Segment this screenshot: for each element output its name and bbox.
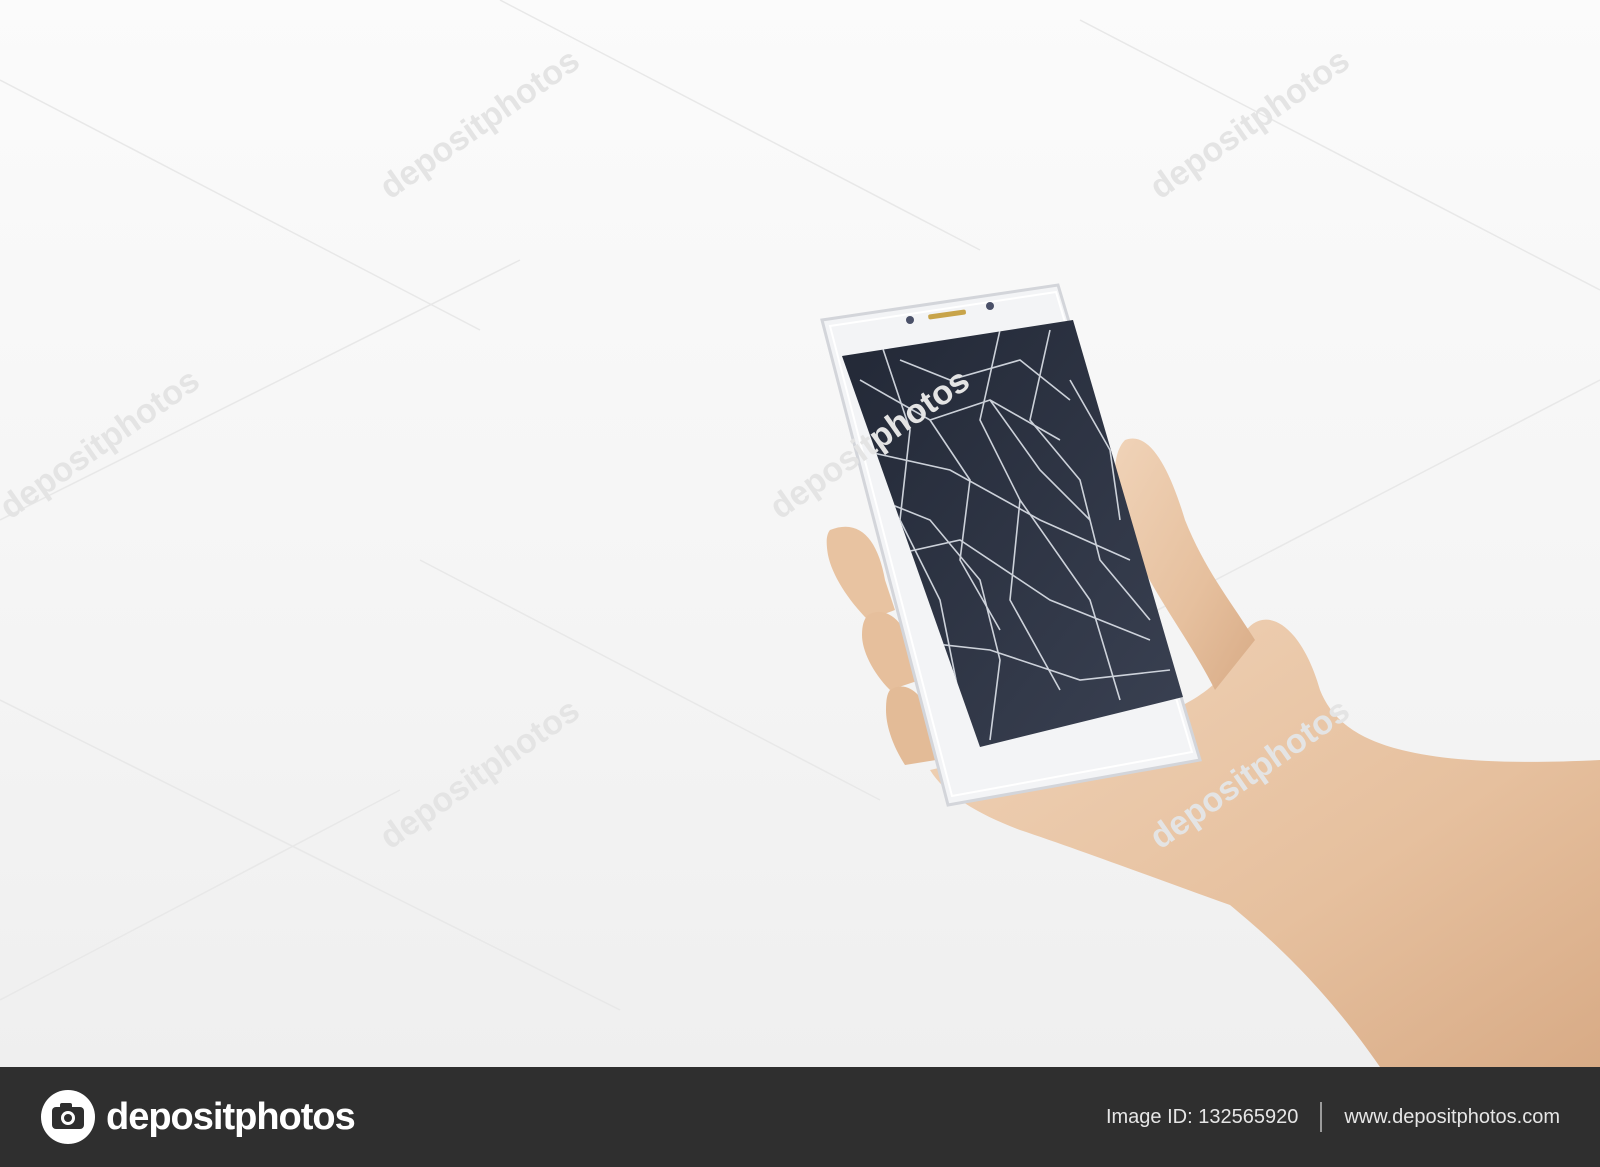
svg-text:depositphotos: depositphotos [373,691,587,856]
image-id-value: 132565920 [1198,1105,1299,1128]
svg-text:depositphotos: depositphotos [1143,41,1357,206]
image-id-group: Image ID: 132565920 [1106,1106,1298,1129]
brand-logo[interactable]: depositphotos [40,1089,356,1145]
stock-photo-page: depositphotos depositphotos depositphoto… [0,0,1600,1167]
camera-icon [40,1089,96,1145]
divider [1320,1102,1323,1132]
image-id-label: Image ID: [1105,1105,1193,1128]
website-link[interactable]: www.depositphotos.com [1344,1106,1560,1129]
image-meta: Image ID: 132565920 www.depositphotos.co… [1106,1067,1560,1167]
photo-area: depositphotos depositphotos depositphoto… [0,0,1600,1067]
footer-bar: depositphotos Image ID: 132565920 www.de… [0,1067,1600,1167]
svg-text:depositphotos: depositphotos [373,41,587,206]
svg-text:depositphotos: depositphotos [0,361,206,526]
hand-holding-cracked-phone-illustration: depositphotos depositphotos depositphoto… [0,0,1600,1067]
brand-name: depositphotos [106,1096,356,1138]
